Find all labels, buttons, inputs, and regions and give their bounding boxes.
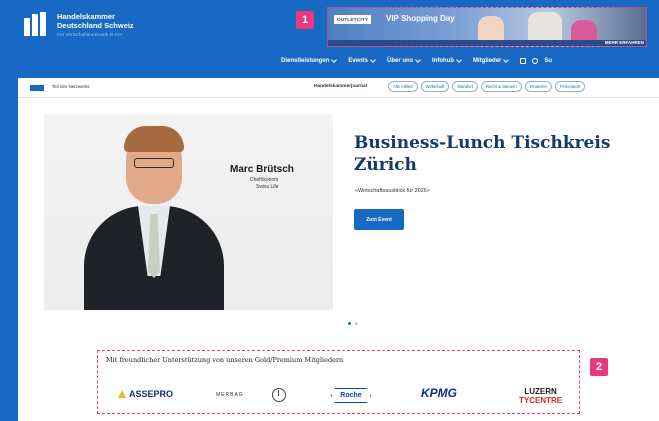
chevron-down-icon (331, 56, 338, 63)
sponsor-logo-assepro[interactable]: ASSEPRO (118, 389, 173, 399)
speaker-name: Marc Brütsch (230, 164, 294, 175)
site-logo[interactable]: Handelskammer Deutschland Schweiz Für Wi… (24, 12, 134, 38)
hero-title: Business-Lunch Tischkreis Zürich (354, 132, 624, 176)
logo-line-2: Deutschland Schweiz (57, 21, 134, 30)
chip-recht-steuern[interactable]: Recht & Steuern (481, 81, 522, 92)
chevron-down-icon (415, 56, 421, 63)
chevron-down-icon (370, 56, 376, 63)
sponsors-heading: Mit freundlicher Unterstützung von unser… (106, 356, 344, 364)
nav-item-infohub[interactable]: Infohub (432, 56, 462, 64)
mercedes-star-icon[interactable] (272, 388, 286, 402)
ad-banner[interactable]: OUTLETCITY VIP Shopping Day MEHR ERFAHRE… (327, 7, 647, 47)
journal-label[interactable]: Handelskammerjournal (314, 84, 367, 89)
main-nav: Dienstleistungen Events Über uns Infohub… (281, 56, 552, 64)
logo-mark-icon (24, 12, 50, 36)
nav-label: Über uns (387, 58, 414, 64)
chip-standort[interactable]: Standort (452, 81, 479, 92)
sponsor-logo-kpmg[interactable]: KPMG (421, 386, 457, 400)
hero-title-line-2: Zürich (354, 155, 417, 175)
luzern-text: LUZERN (524, 387, 557, 396)
chevron-down-icon (503, 56, 510, 63)
assepro-mark-icon (118, 390, 126, 398)
nav-item-dienstleistungen[interactable]: Dienstleistungen (281, 56, 338, 64)
luzern-subtext: TYCENTRE (519, 396, 563, 405)
portrait-glasses (134, 158, 174, 168)
portrait-hair (124, 126, 184, 152)
search-icon[interactable] (532, 58, 539, 64)
chip-firmenport[interactable]: Firmenport (555, 81, 586, 92)
annotation-badge-1: 1 (296, 11, 314, 29)
nav-label: Dienstleistungen (281, 58, 330, 64)
speaker-company: Swiss Life (256, 184, 279, 190)
hero-subtitle: «Wirtschaftsausblick für 2026» (355, 188, 430, 194)
hero-title-line-1: Business-Lunch Tischkreis (354, 133, 611, 153)
nav-item-ueber-uns[interactable]: Über uns (387, 56, 421, 64)
sub-navigation-bar: Teil des Netzwerks Handelskammerjournal … (18, 78, 659, 98)
sponsor-logo-luzern[interactable]: LUZERN TYCENTRE (519, 387, 562, 405)
nav-item-events[interactable]: Events (348, 56, 376, 64)
annotation-badge-2: 2 (590, 358, 608, 376)
sponsor-logo-roche[interactable]: Roche (331, 388, 371, 403)
chip-wirtschaft[interactable]: Wirtschaft (420, 81, 450, 92)
carousel-dots (348, 322, 358, 325)
chevron-down-icon (456, 56, 462, 63)
nav-label: Mitglieder (473, 58, 502, 64)
nav-icons: Su (520, 58, 552, 64)
speaker-role: Chefökonom (250, 177, 279, 183)
chip-alle-artikel[interactable]: Alle Artikel (388, 81, 418, 92)
logo-tagline: Für Wirtschaftsnetzwerk D-CH (57, 33, 122, 38)
carousel-dot[interactable] (355, 322, 358, 325)
ad-cta-link[interactable]: MEHR ERFAHREN (605, 40, 644, 45)
sponsor-logo-merbag[interactable]: MERBAG (216, 392, 244, 398)
login-lock-icon[interactable] (520, 58, 527, 64)
zum-event-button[interactable]: Zum Event (354, 209, 404, 230)
logo-line-1: Handelskammer (57, 12, 115, 21)
ad-brand-logo: OUTLETCITY (334, 15, 372, 24)
ad-strip (328, 40, 646, 46)
ad-title: VIP Shopping Day (386, 14, 455, 23)
nav-label: Infohub (432, 58, 455, 64)
search-label[interactable]: Su (544, 58, 552, 64)
category-chips: Alle Artikel Wirtschaft Standort Recht &… (388, 81, 586, 92)
nav-label: Events (348, 58, 369, 64)
network-flag-icon (30, 85, 44, 91)
nav-item-mitglieder[interactable]: Mitglieder (473, 56, 510, 64)
carousel-dot-active[interactable] (348, 322, 351, 325)
chip-finanzen[interactable]: Finanzen (524, 81, 552, 92)
network-text[interactable]: Teil des Netzwerks (52, 84, 90, 89)
sponsors-section: Mit freundlicher Unterstützung von unser… (97, 350, 580, 414)
sponsor-logos: ASSEPRO MERBAG Roche KPMG LUZERN TYCENTR… (98, 385, 579, 407)
assepro-text: ASSEPRO (129, 389, 174, 399)
hero-image: Marc Brütsch Chefökonom Swiss Life (44, 114, 333, 310)
